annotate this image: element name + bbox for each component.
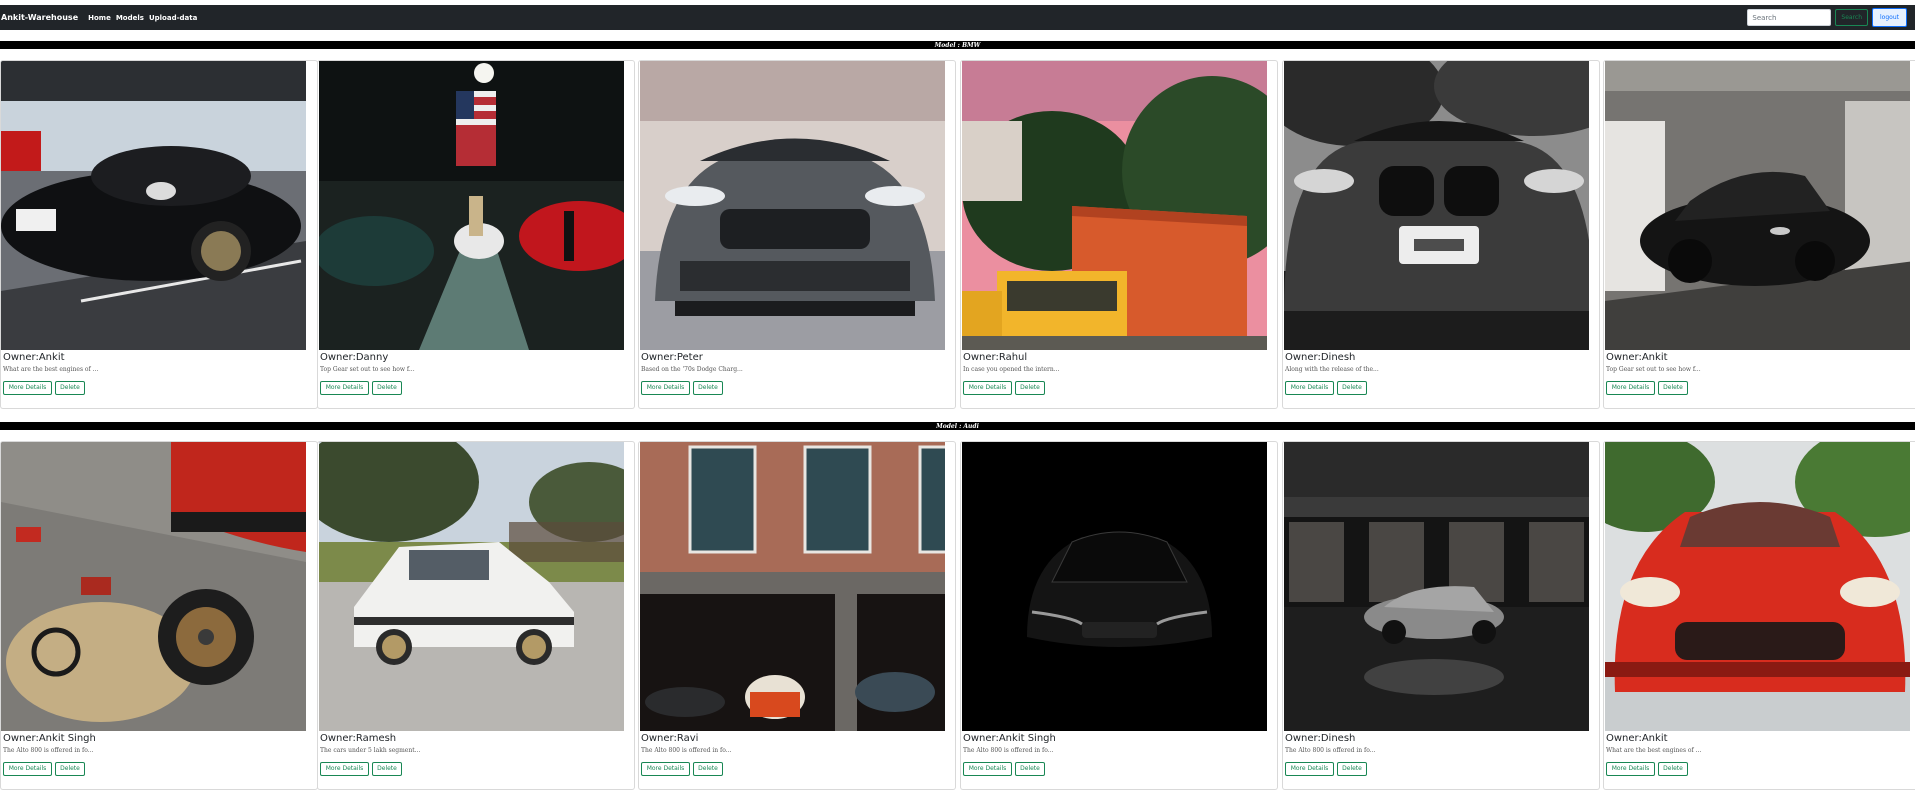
- card-owner: Owner:Ramesh: [320, 733, 397, 744]
- car-card: Owner:Danny Top Gear set out to see how …: [317, 60, 635, 409]
- card-owner: Owner:Ankit: [1606, 733, 1668, 744]
- card-description: Top Gear set out to see how f...: [1606, 366, 1701, 373]
- card-owner: Owner:Ankit Singh: [3, 733, 96, 744]
- delete-button[interactable]: Delete: [1658, 381, 1688, 395]
- delete-button[interactable]: Delete: [372, 381, 402, 395]
- nav-upload-link[interactable]: Upload-data: [149, 14, 197, 22]
- brand-link[interactable]: Ankit-Warehouse: [1, 13, 78, 22]
- car-photo: [319, 61, 624, 350]
- card-owner: Owner:Ankit: [1606, 352, 1668, 363]
- card-owner: Owner:Rahul: [963, 352, 1028, 363]
- car-photo: [640, 442, 945, 731]
- car-card: Owner:Ankit Singh The Alto 800 is offere…: [960, 441, 1278, 790]
- more-details-button[interactable]: More Details: [963, 762, 1012, 776]
- delete-button[interactable]: Delete: [55, 381, 85, 395]
- more-details-button[interactable]: More Details: [641, 762, 690, 776]
- card-owner: Owner:Ankit Singh: [963, 733, 1056, 744]
- car-photo: [1284, 61, 1589, 350]
- section-title: Model : Audi: [936, 422, 979, 430]
- logout-button[interactable]: logout: [1872, 8, 1907, 27]
- nav-models-link[interactable]: Models: [116, 14, 144, 22]
- more-details-button[interactable]: More Details: [1606, 381, 1655, 395]
- card-description: The Alto 800 is offered in fo...: [963, 747, 1054, 754]
- more-details-button[interactable]: More Details: [3, 762, 52, 776]
- card-owner: Owner:Dinesh: [1285, 352, 1356, 363]
- card-description: The Alto 800 is offered in fo...: [1285, 747, 1376, 754]
- card-description: The Alto 800 is offered in fo...: [3, 747, 94, 754]
- car-card: Owner:Ankit Top Gear set out to see how …: [1603, 60, 1915, 409]
- card-owner: Owner:Danny: [320, 352, 389, 363]
- nav-home-link[interactable]: Home: [88, 14, 111, 22]
- delete-button[interactable]: Delete: [693, 381, 723, 395]
- more-details-button[interactable]: More Details: [1285, 381, 1334, 395]
- car-photo: [1605, 61, 1910, 350]
- car-photo: [319, 442, 624, 731]
- car-card: Owner:Dinesh The Alto 800 is offered in …: [1282, 441, 1600, 790]
- car-card: Owner:Peter Based on the '70s Dodge Char…: [638, 60, 956, 409]
- more-details-button[interactable]: More Details: [641, 381, 690, 395]
- more-details-button[interactable]: More Details: [1285, 762, 1334, 776]
- section-header-bmw: Model : BMW: [0, 41, 1915, 49]
- car-card: Owner:Ramesh The cars under 5 lakh segme…: [317, 441, 635, 790]
- car-card: Owner:Rahul In case you opened the inter…: [960, 60, 1278, 409]
- card-owner: Owner:Ravi: [641, 733, 699, 744]
- card-description: What are the best engines of ...: [3, 366, 99, 373]
- delete-button[interactable]: Delete: [55, 762, 85, 776]
- card-owner: Owner:Dinesh: [1285, 733, 1356, 744]
- car-photo: [1, 442, 306, 731]
- navbar-search-form: Search logout: [1747, 8, 1907, 27]
- more-details-button[interactable]: More Details: [320, 762, 369, 776]
- card-description: The Alto 800 is offered in fo...: [641, 747, 732, 754]
- card-owner: Owner:Peter: [641, 352, 703, 363]
- section-title: Model : BMW: [934, 41, 981, 49]
- more-details-button[interactable]: More Details: [320, 381, 369, 395]
- search-input[interactable]: [1747, 9, 1832, 26]
- delete-button[interactable]: Delete: [372, 762, 402, 776]
- car-photo: [640, 61, 945, 350]
- more-details-button[interactable]: More Details: [3, 381, 52, 395]
- more-details-button[interactable]: More Details: [1606, 762, 1655, 776]
- section-header-audi: Model : Audi: [0, 422, 1915, 430]
- card-description: The cars under 5 lakh segment...: [320, 747, 421, 754]
- car-card: Owner:Ankit What are the best engines of…: [1603, 441, 1915, 790]
- card-owner: Owner:Ankit: [3, 352, 65, 363]
- delete-button[interactable]: Delete: [693, 762, 723, 776]
- more-details-button[interactable]: More Details: [963, 381, 1012, 395]
- delete-button[interactable]: Delete: [1015, 762, 1045, 776]
- car-card: Owner:Ankit Singh The Alto 800 is offere…: [0, 441, 318, 790]
- delete-button[interactable]: Delete: [1337, 762, 1367, 776]
- car-photo: [1284, 442, 1589, 731]
- card-description: Along with the release of the...: [1285, 366, 1379, 373]
- car-card: Owner:Ankit What are the best engines of…: [0, 60, 318, 409]
- car-card: Owner:Dinesh Along with the release of t…: [1282, 60, 1600, 409]
- car-photo: [1, 61, 306, 350]
- card-description: What are the best engines of ...: [1606, 747, 1702, 754]
- car-photo: [962, 61, 1267, 350]
- card-description: Based on the '70s Dodge Charg...: [641, 366, 743, 373]
- delete-button[interactable]: Delete: [1658, 762, 1688, 776]
- car-photo: [962, 442, 1267, 731]
- card-description: In case you opened the intern...: [963, 366, 1060, 373]
- delete-button[interactable]: Delete: [1337, 381, 1367, 395]
- car-photo: [1605, 442, 1910, 731]
- delete-button[interactable]: Delete: [1015, 381, 1045, 395]
- car-card: Owner:Ravi The Alto 800 is offered in fo…: [638, 441, 956, 790]
- card-description: Top Gear set out to see how f...: [320, 366, 415, 373]
- search-button[interactable]: Search: [1835, 9, 1869, 26]
- top-navbar: Ankit-Warehouse Home Models Upload-data …: [0, 5, 1915, 30]
